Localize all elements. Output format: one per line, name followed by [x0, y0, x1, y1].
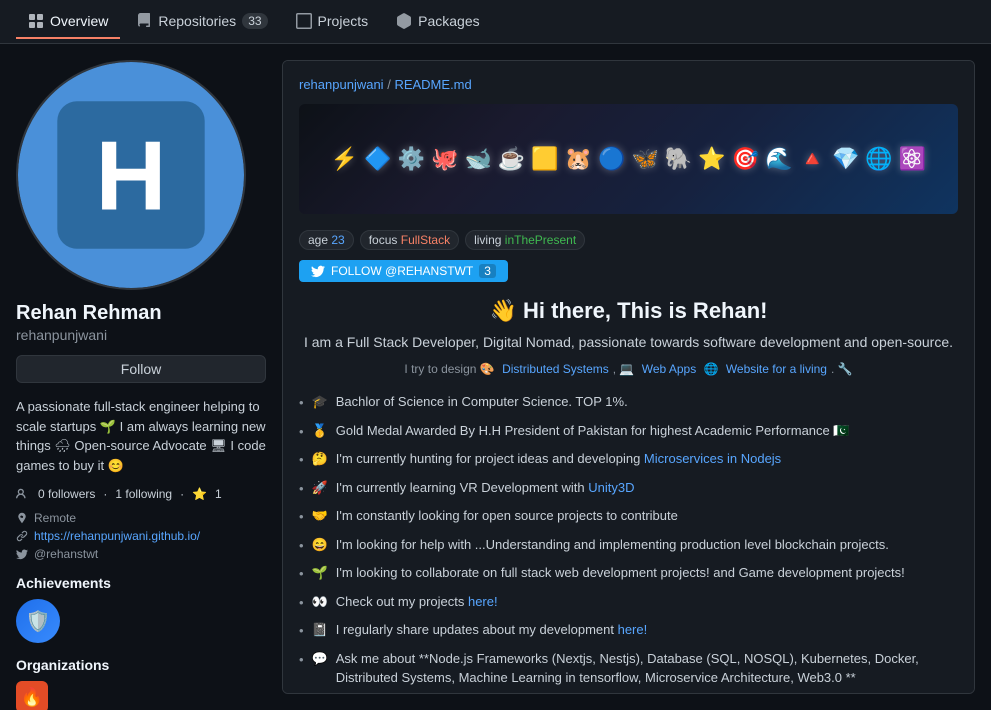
achievements-title: Achievements: [16, 575, 266, 591]
tech-icon: 🟨: [531, 146, 558, 172]
bullet-vr: 🚀 I'm currently learning VR Development …: [299, 478, 958, 499]
nav-tabs: Overview Repositories 33 Projects Packag…: [16, 5, 492, 39]
bio: A passionate full-stack engineer helping…: [16, 397, 266, 475]
tech-icon: 🌐: [865, 146, 892, 172]
bullet-updates: 📓 I regularly share updates about my dev…: [299, 620, 958, 641]
svg-text:H: H: [96, 120, 167, 230]
profile-name: Rehan Rehman: [16, 302, 266, 325]
focus-badge: focus FullStack: [360, 230, 459, 250]
tech-icon: 🐙: [431, 146, 458, 172]
twitter-btn-label: FOLLOW @REHANSTWT: [331, 264, 473, 278]
tech-icon: 🎯: [732, 146, 759, 172]
tech-icon: ⭐: [698, 146, 725, 172]
following-count: 1 following: [115, 487, 172, 501]
tech-icons: ⚡ 🔷 ⚙️ 🐙 🐋 ☕ 🟨 🐹 🔵 🦋 🐘 ⭐ 🎯 🌊 🔺 💎 🌐 ⚛️: [323, 138, 934, 180]
tagline: I am a Full Stack Developer, Digital Nom…: [299, 334, 958, 350]
tab-overview[interactable]: Overview: [16, 5, 120, 39]
greeting: 👋 Hi there, This is Rehan!: [299, 298, 958, 324]
design-bar: I try to design 🎨 Distributed Systems, 💻…: [299, 362, 958, 376]
achievement-badge: 🛡️: [16, 599, 60, 643]
tech-icon: 🔷: [364, 146, 391, 172]
breadcrumb-user[interactable]: rehanpunjwani: [299, 77, 384, 92]
tech-icon: 💎: [832, 146, 859, 172]
avatar: H: [16, 60, 246, 290]
followers-stats: 0 followers · 1 following · ⭐ 1: [16, 487, 266, 501]
website-link[interactable]: https://rehanpunjwani.github.io/: [34, 529, 200, 543]
follow-button[interactable]: Follow: [16, 355, 266, 383]
bullet-collaborate: 🌱 I'm looking to collaborate on full sta…: [299, 563, 958, 584]
readme-banner: ⚡ 🔷 ⚙️ 🐙 🐋 ☕ 🟨 🐹 🔵 🦋 🐘 ⭐ 🎯 🌊 🔺 💎 🌐 ⚛️: [299, 104, 958, 214]
breadcrumb: rehanpunjwani / README.md: [299, 77, 958, 92]
bullet-askme: 💬 Ask me about **Node.js Frameworks (Nex…: [299, 649, 958, 688]
stars-count: 1: [215, 487, 222, 501]
followers-count: 0 followers: [38, 487, 95, 501]
tech-icon: 🔺: [799, 146, 826, 172]
twitter-meta: @rehanstwt: [16, 547, 266, 561]
stars-icon: ⭐: [192, 487, 207, 501]
age-badge: age 23: [299, 230, 354, 250]
living-badge: living inThePresent: [465, 230, 585, 250]
bullet-microservices: 🤔 I'm currently hunting for project idea…: [299, 449, 958, 470]
tab-projects[interactable]: Projects: [284, 5, 381, 39]
top-nav: Overview Repositories 33 Projects Packag…: [0, 0, 991, 44]
tech-icon: ⚙️: [398, 146, 425, 172]
tech-icon: 🌊: [765, 146, 792, 172]
org-avatar: 🔥: [16, 681, 48, 710]
twitter-handle: @rehanstwt: [34, 547, 98, 561]
website-meta: https://rehanpunjwani.github.io/: [16, 529, 266, 543]
tech-icon: 🔵: [598, 146, 625, 172]
breadcrumb-file[interactable]: README.md: [394, 77, 471, 92]
organizations-title: Organizations: [16, 657, 266, 673]
bullet-medal: 🥇 Gold Medal Awarded By H.H President of…: [299, 421, 958, 442]
badges-row: age 23 focus FullStack living inThePrese…: [299, 230, 958, 250]
tech-icon: 🐘: [665, 146, 692, 172]
main-layout: H Rehan Rehman rehanpunjwani Follow A pa…: [0, 44, 991, 710]
bullet-blockchain: 😄 I'm looking for help with ...Understan…: [299, 535, 958, 556]
twitter-follow-button[interactable]: FOLLOW @REHANSTWT 3: [299, 260, 508, 282]
tab-repositories[interactable]: Repositories 33: [124, 5, 279, 39]
tech-icon: 🐋: [464, 146, 491, 172]
bullet-projects: 👀 Check out my projects here!: [299, 592, 958, 613]
sidebar: H Rehan Rehman rehanpunjwani Follow A pa…: [16, 60, 266, 694]
tech-icon: ☕: [498, 146, 525, 172]
bullets-list: 🎓 Bachlor of Science in Computer Science…: [299, 392, 958, 694]
tech-icon: 🦋: [632, 146, 659, 172]
bullet-education: 🎓 Bachlor of Science in Computer Science…: [299, 392, 958, 413]
location-meta: Remote: [16, 511, 266, 525]
location-text: Remote: [34, 511, 76, 525]
bullet-opensource: 🤝 I'm constantly looking for open source…: [299, 506, 958, 527]
main-content: rehanpunjwani / README.md ⚡ 🔷 ⚙️ 🐙 🐋 ☕ 🟨…: [282, 60, 975, 694]
twitter-count: 3: [479, 264, 496, 278]
tab-packages[interactable]: Packages: [384, 5, 491, 39]
tech-icon: ⚛️: [899, 146, 926, 172]
tech-icon: 🐹: [565, 146, 592, 172]
profile-username: rehanpunjwani: [16, 327, 266, 343]
tech-icon: ⚡: [331, 146, 358, 172]
